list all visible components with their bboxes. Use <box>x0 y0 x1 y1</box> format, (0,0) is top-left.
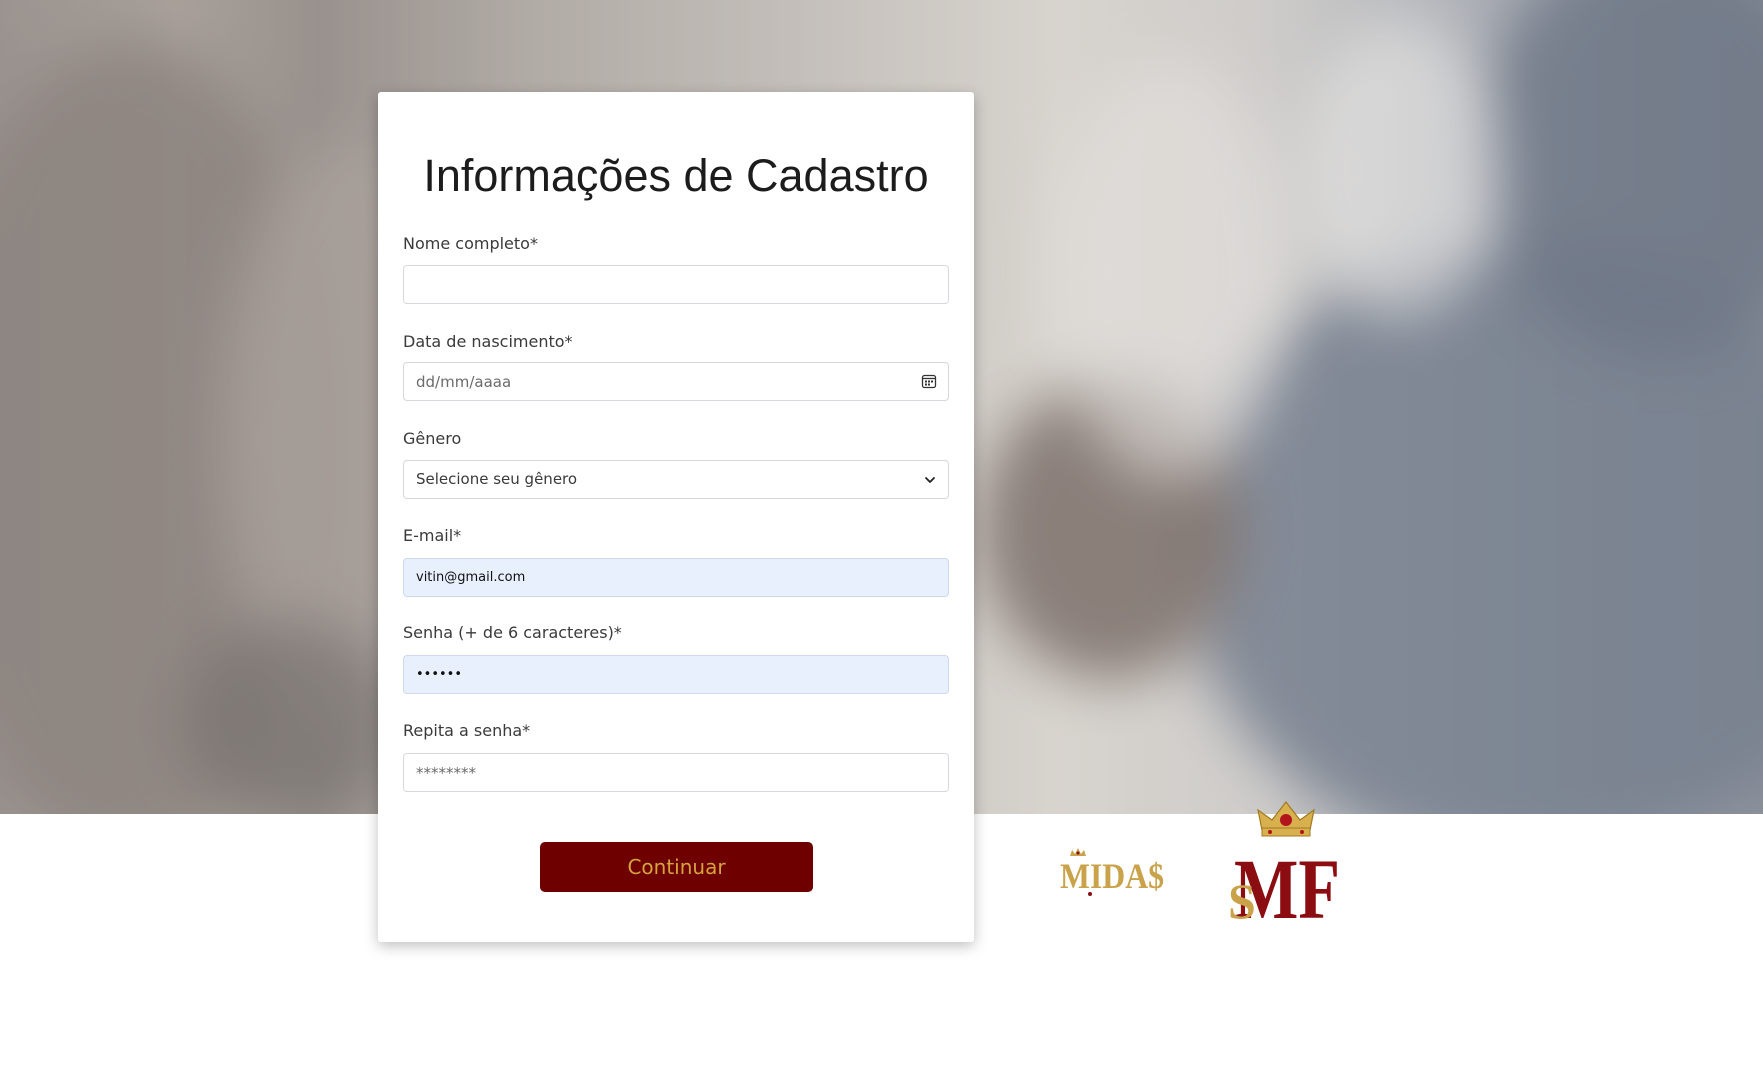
repeat-password-label: Repita a senha* <box>403 721 531 740</box>
svg-text:MIDA$: MIDA$ <box>1060 856 1164 896</box>
gender-label: Gênero <box>403 429 462 448</box>
continue-button[interactable]: Continuar <box>540 842 813 892</box>
svg-text:S: S <box>1228 873 1256 924</box>
birth-date-field <box>403 362 949 401</box>
crown-icon <box>1070 848 1086 856</box>
birth-date-input[interactable] <box>403 362 949 401</box>
birth-date-label: Data de nascimento* <box>403 332 573 351</box>
gender-select-box[interactable] <box>403 460 949 499</box>
password-label: Senha (+ de 6 caracteres)* <box>403 623 622 642</box>
mf-logo: MF S <box>1228 801 1340 924</box>
email-label: E-mail* <box>403 526 462 545</box>
chevron-down-icon <box>925 477 935 483</box>
midas-logo: MIDA$ <box>1060 848 1164 896</box>
crown-icon <box>1257 801 1315 837</box>
full-name-input[interactable] <box>403 265 949 304</box>
repeat-password-input[interactable] <box>403 753 949 792</box>
registration-card: Informações de Cadastro Nome completo* D… <box>378 92 974 942</box>
calendar-icon[interactable] <box>921 373 937 389</box>
email-input[interactable] <box>403 558 949 597</box>
page-title: Informações de Cadastro <box>423 150 929 201</box>
password-input[interactable] <box>403 655 949 694</box>
full-name-label: Nome completo* <box>403 234 538 253</box>
gender-select[interactable]: Selecione seu gênero <box>403 460 949 499</box>
